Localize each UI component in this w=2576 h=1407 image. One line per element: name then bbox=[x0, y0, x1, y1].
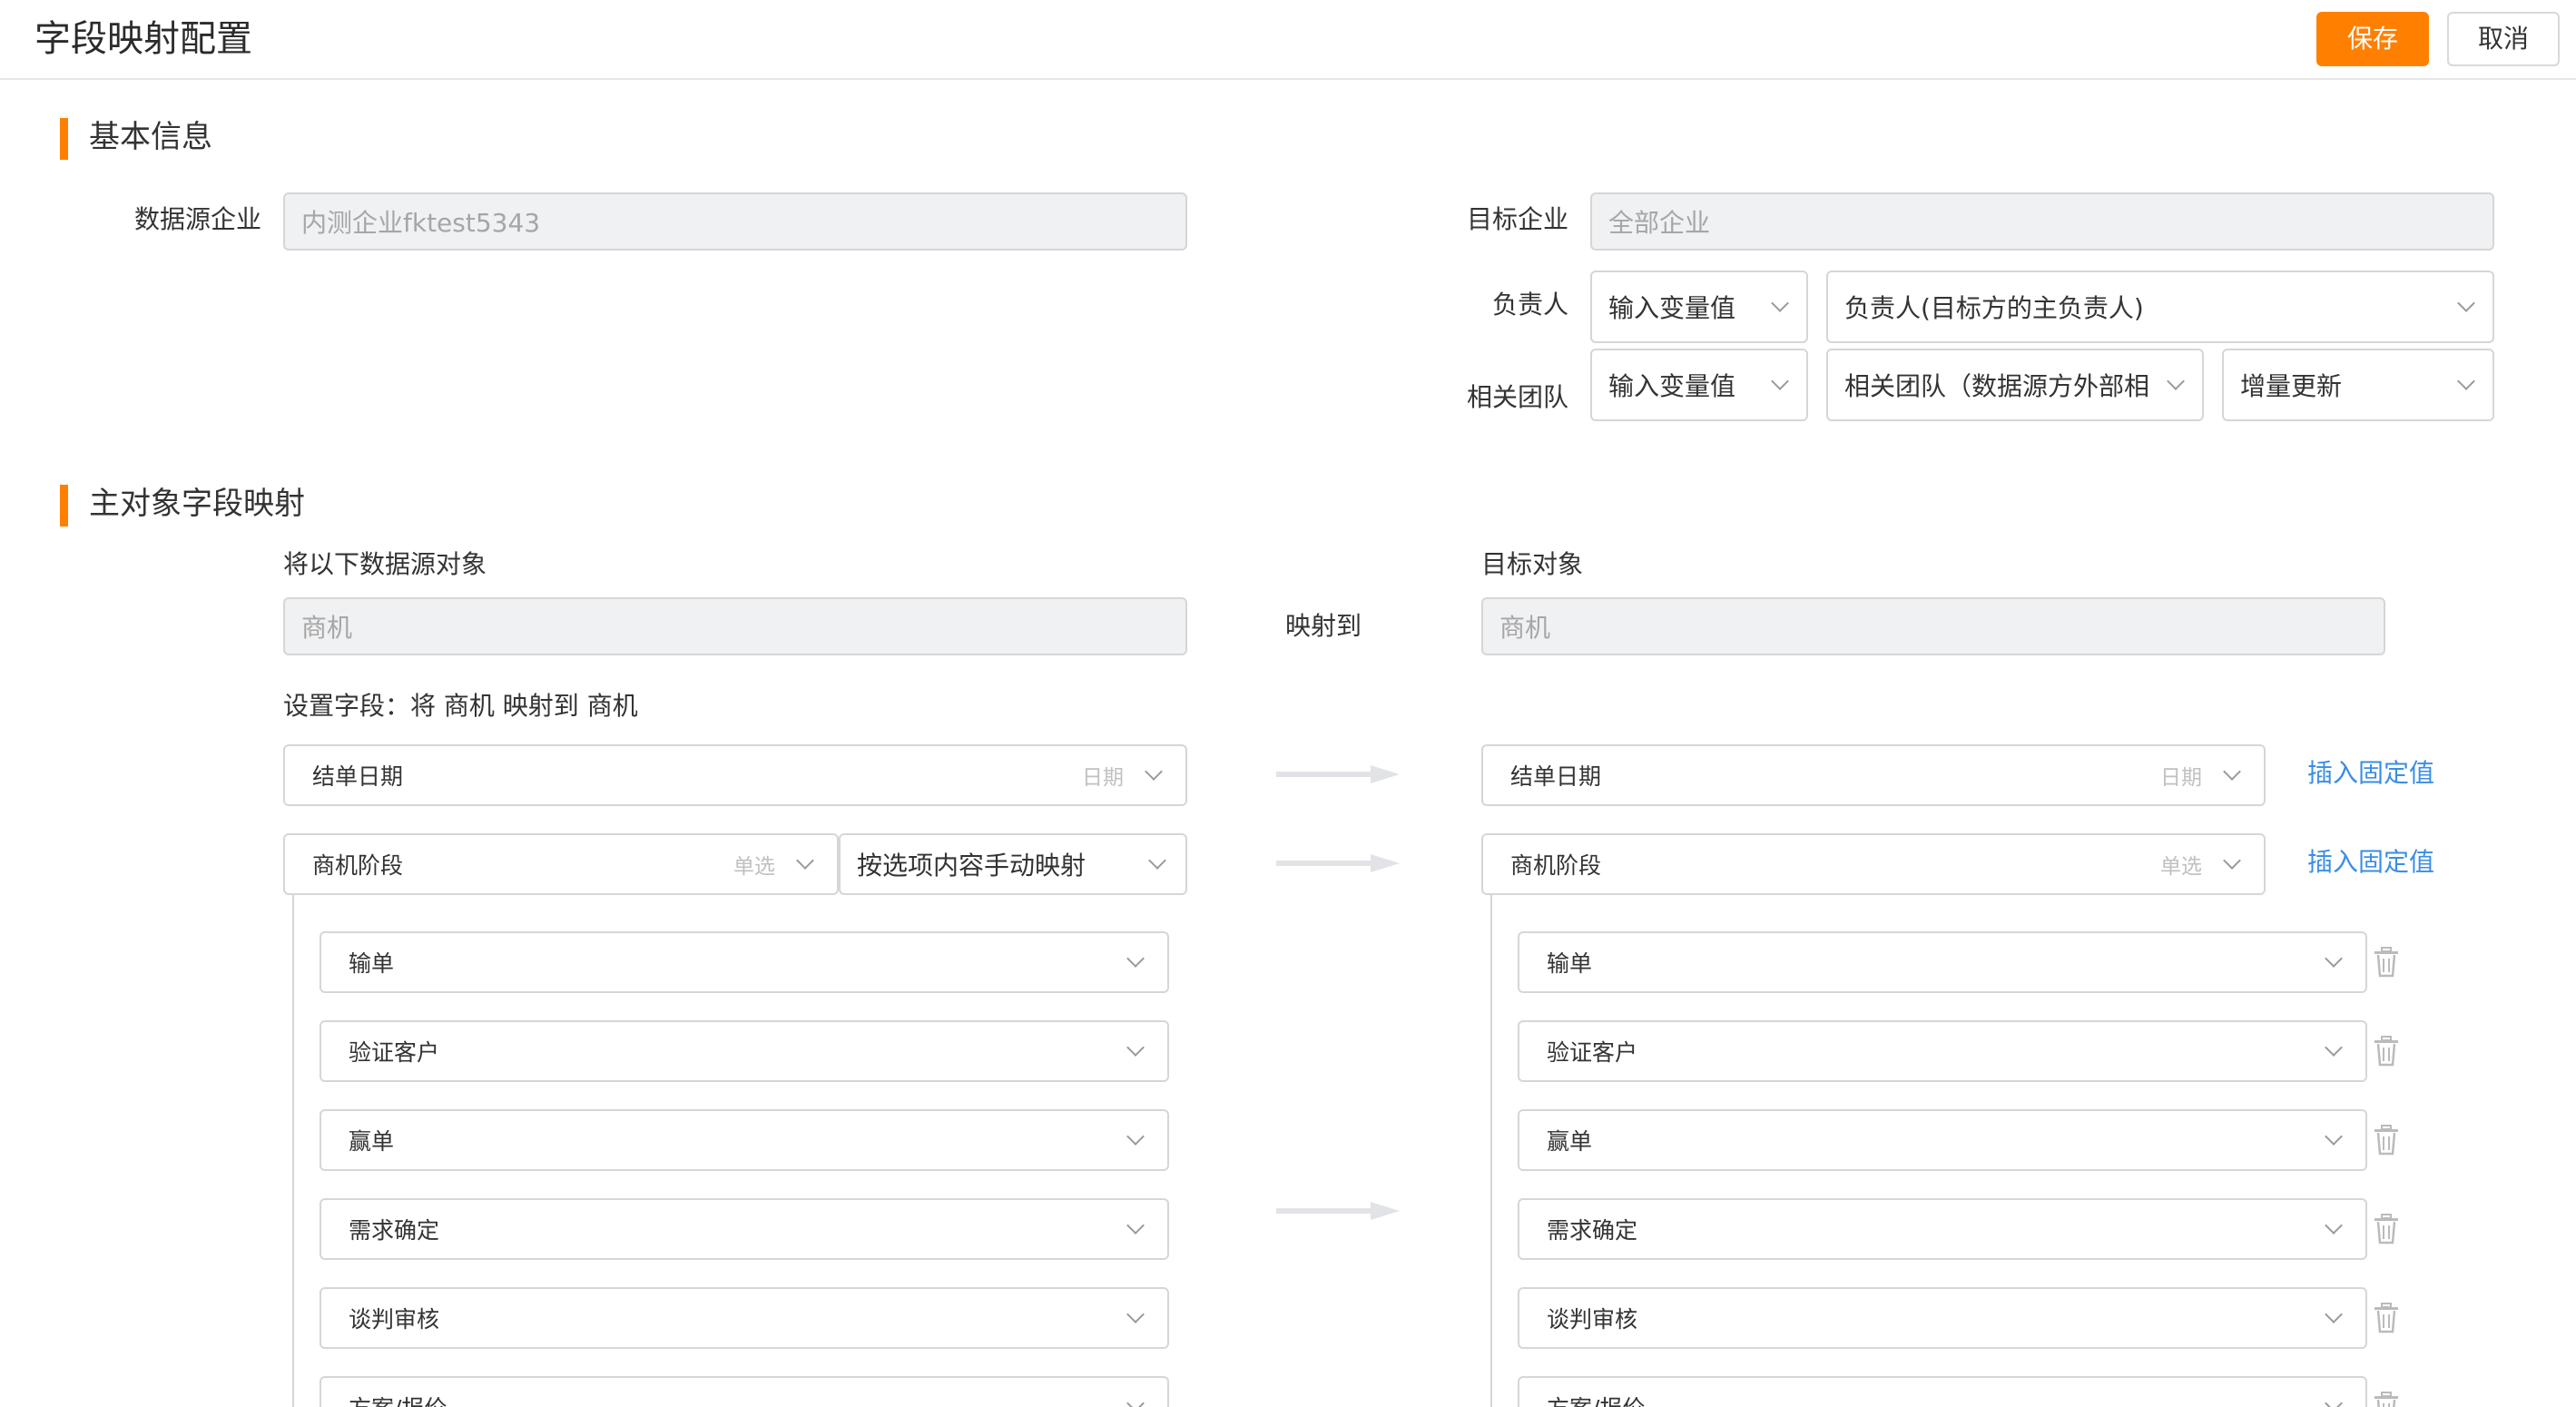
chevron-down-icon bbox=[1145, 763, 1163, 781]
section-accent-bar bbox=[60, 485, 68, 526]
mapping-mode-select[interactable]: 按选项内容手动映射 bbox=[839, 833, 1187, 895]
source-option-select[interactable]: 需求确定 bbox=[320, 1198, 1169, 1260]
team-value-select[interactable]: 相关团队（数据源方外部相 bbox=[1826, 349, 2204, 421]
target-field-select[interactable]: 商机阶段 单选 bbox=[1481, 833, 2266, 895]
chevron-down-icon bbox=[1126, 1394, 1145, 1407]
chevron-down-icon bbox=[2325, 1038, 2343, 1057]
source-option-select[interactable]: 输单 bbox=[320, 931, 1169, 993]
chevron-down-icon bbox=[1126, 1127, 1145, 1146]
chevron-down-icon bbox=[2325, 1127, 2343, 1146]
arrow-right-icon bbox=[1276, 1202, 1400, 1220]
target-option-select[interactable]: 谈判审核 bbox=[1518, 1287, 2367, 1349]
field-type-tag: 日期 bbox=[1082, 766, 1124, 790]
chevron-down-icon bbox=[2325, 1305, 2343, 1323]
source-option-select[interactable]: 赢单 bbox=[320, 1109, 1169, 1171]
trash-icon[interactable] bbox=[2373, 1036, 2400, 1067]
target-field-select[interactable]: 结单日期 日期 bbox=[1481, 744, 2266, 806]
chevron-down-icon bbox=[2223, 763, 2241, 781]
target-option-select[interactable]: 方案/报价 bbox=[1518, 1376, 2367, 1407]
maps-to-label: 映射到 bbox=[1285, 611, 1362, 641]
trash-icon[interactable] bbox=[2373, 947, 2400, 978]
source-field-select[interactable]: 结单日期 日期 bbox=[283, 744, 1187, 806]
source-field-select[interactable]: 商机阶段 单选 bbox=[283, 833, 839, 895]
chevron-down-icon bbox=[2457, 294, 2475, 312]
trash-icon[interactable] bbox=[2373, 1303, 2400, 1333]
owner-label: 负责人 bbox=[1492, 290, 1569, 320]
owner-value-select[interactable]: 负责人(目标方的主负责人) bbox=[1826, 271, 2494, 343]
chevron-down-icon bbox=[1126, 1216, 1145, 1235]
option-tree-line bbox=[292, 895, 294, 1407]
section-title-mapping: 主对象字段映射 bbox=[89, 486, 305, 522]
chevron-down-icon bbox=[1148, 851, 1166, 870]
chevron-down-icon bbox=[796, 851, 814, 870]
chevron-down-icon bbox=[1126, 1038, 1145, 1057]
field-type-tag: 日期 bbox=[2160, 766, 2202, 790]
target-object-label: 目标对象 bbox=[1481, 549, 1584, 579]
team-label: 相关团队 bbox=[1467, 382, 1569, 412]
target-option-select[interactable]: 赢单 bbox=[1518, 1109, 2367, 1171]
chevron-down-icon bbox=[2223, 851, 2241, 870]
target-option-select[interactable]: 需求确定 bbox=[1518, 1198, 2367, 1260]
chevron-down-icon bbox=[1771, 372, 1789, 390]
arrow-right-icon bbox=[1276, 854, 1400, 872]
chevron-down-icon bbox=[2167, 372, 2185, 390]
target-option-select[interactable]: 验证客户 bbox=[1518, 1020, 2367, 1082]
chevron-down-icon bbox=[2325, 949, 2343, 968]
team-update-select[interactable]: 增量更新 bbox=[2222, 349, 2494, 421]
section-accent-bar bbox=[60, 118, 68, 160]
source-company-label: 数据源企业 bbox=[134, 204, 262, 234]
source-option-select[interactable]: 验证客户 bbox=[320, 1020, 1169, 1082]
source-object-label: 将以下数据源对象 bbox=[283, 549, 487, 579]
insert-fixed-value-link[interactable]: 插入固定值 bbox=[2307, 844, 2434, 881]
page-title: 字段映射配置 bbox=[34, 18, 252, 60]
target-object-field: 商机 bbox=[1481, 597, 2385, 655]
trash-icon[interactable] bbox=[2373, 1392, 2400, 1407]
chevron-down-icon bbox=[2457, 372, 2475, 390]
source-company-field: 内测企业fktest5343 bbox=[283, 192, 1187, 251]
page-header: 字段映射配置 保存 取消 bbox=[0, 0, 2576, 80]
chevron-down-icon bbox=[2325, 1216, 2343, 1235]
team-mode-select[interactable]: 输入变量值 bbox=[1590, 349, 1808, 421]
trash-icon[interactable] bbox=[2373, 1125, 2400, 1156]
cancel-button[interactable]: 取消 bbox=[2447, 12, 2560, 66]
trash-icon[interactable] bbox=[2373, 1214, 2400, 1245]
save-button[interactable]: 保存 bbox=[2316, 12, 2429, 66]
target-option-select[interactable]: 输单 bbox=[1518, 931, 2367, 993]
target-company-label: 目标企业 bbox=[1467, 204, 1569, 234]
field-type-tag: 单选 bbox=[2160, 855, 2202, 879]
option-tree-line bbox=[1490, 895, 1492, 1407]
arrow-right-icon bbox=[1276, 765, 1400, 783]
target-company-field: 全部企业 bbox=[1590, 192, 2494, 251]
field-type-tag: 单选 bbox=[733, 855, 775, 879]
chevron-down-icon bbox=[2325, 1394, 2343, 1407]
chevron-down-icon bbox=[1126, 1305, 1145, 1323]
insert-fixed-value-link[interactable]: 插入固定值 bbox=[2307, 755, 2434, 792]
chevron-down-icon bbox=[1126, 949, 1145, 968]
section-title-basic: 基本信息 bbox=[89, 119, 212, 155]
source-object-field: 商机 bbox=[283, 597, 1187, 655]
owner-mode-select[interactable]: 输入变量值 bbox=[1590, 271, 1808, 343]
source-option-select[interactable]: 方案/报价 bbox=[320, 1376, 1169, 1407]
source-option-select[interactable]: 谈判审核 bbox=[320, 1287, 1169, 1349]
set-fields-label: 设置字段：将 商机 映射到 商机 bbox=[283, 691, 638, 721]
chevron-down-icon bbox=[1771, 294, 1789, 312]
